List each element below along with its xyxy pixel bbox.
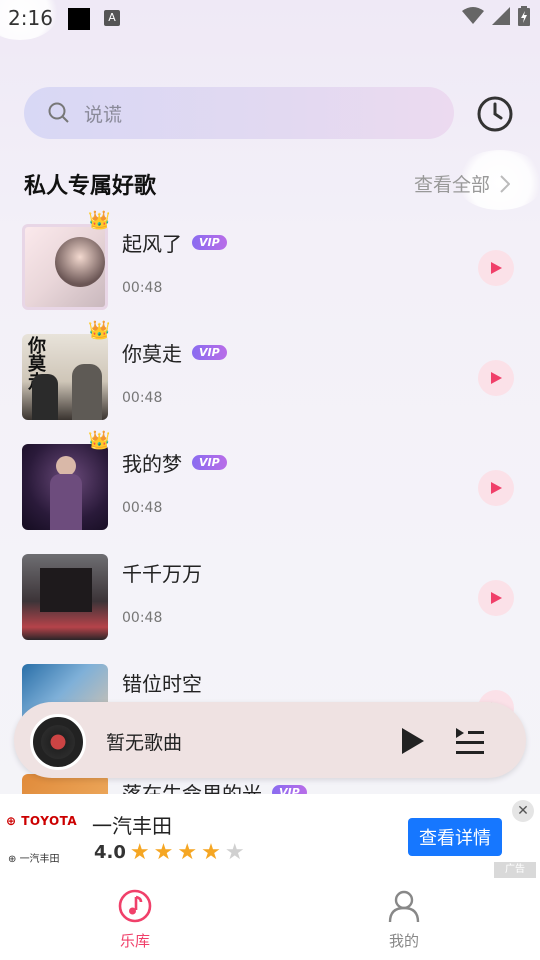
- song-item[interactable]: 👑 我的梦 VIP 00:48: [0, 430, 540, 554]
- music-note-icon: [118, 889, 152, 923]
- star-icon: ★: [224, 840, 245, 865]
- play-button[interactable]: [478, 250, 514, 286]
- play-icon: [491, 372, 502, 384]
- signal-icon: [492, 7, 510, 25]
- nav-label-library: 乐库: [119, 932, 150, 950]
- song-title-row: 错位时空: [122, 668, 202, 697]
- nav-label-mine: 我的: [388, 932, 419, 950]
- ad-rating-value: 4.0: [94, 842, 126, 863]
- song-title-row: 千千万万: [122, 558, 202, 587]
- song-cover: 你莫走: [22, 334, 108, 420]
- song-item[interactable]: 你莫走 👑 你莫走 VIP 00:48: [0, 320, 540, 444]
- status-icons: [462, 6, 530, 26]
- song-title-row: 起风了 VIP: [122, 228, 227, 257]
- play-icon: [491, 482, 502, 494]
- star-icon: ★: [177, 840, 198, 865]
- song-item[interactable]: 千千万万 00:48: [0, 554, 540, 664]
- player-play-button[interactable]: [400, 726, 426, 760]
- search-placeholder: 说谎: [84, 103, 123, 126]
- wifi-icon: [462, 7, 484, 24]
- playlist-button[interactable]: [454, 726, 486, 760]
- playlist-icon: [456, 728, 484, 754]
- ad-logo: TOYOTA: [21, 814, 78, 828]
- play-icon: [491, 262, 502, 274]
- mini-player[interactable]: 暂无歌曲: [14, 702, 526, 778]
- play-button[interactable]: [478, 580, 514, 616]
- song-item[interactable]: 👑 起风了 VIP 00:48: [0, 210, 540, 334]
- crown-icon: 👑: [88, 210, 111, 231]
- see-all-label: 查看全部: [413, 174, 490, 196]
- play-icon: [491, 592, 502, 604]
- close-icon[interactable]: ✕: [512, 800, 534, 822]
- nav-item-library[interactable]: 乐库: [75, 888, 195, 951]
- song-title: 错位时空: [122, 672, 202, 696]
- song-title: 我的梦: [122, 452, 182, 476]
- song-title: 千千万万: [122, 562, 202, 586]
- song-cover: [22, 554, 108, 640]
- star-icon: ★: [153, 840, 174, 865]
- crown-icon: 👑: [88, 320, 111, 341]
- vip-badge: VIP: [192, 345, 227, 360]
- disc-icon: [30, 714, 86, 770]
- faw-logo: ⊕ 一汽丰田: [8, 854, 60, 865]
- status-bar: 2:16 A: [0, 0, 540, 40]
- ad-details-button[interactable]: 查看详情: [408, 818, 502, 856]
- song-duration: 00:48: [122, 390, 163, 406]
- nav-item-mine[interactable]: 我的: [344, 888, 464, 951]
- user-icon: [388, 890, 420, 923]
- ad-rating: 4.0 ★ ★ ★ ★ ★: [94, 840, 245, 865]
- status-time: 2:16: [8, 6, 53, 30]
- battery-icon: [518, 6, 530, 26]
- play-button[interactable]: [478, 470, 514, 506]
- song-duration: 00:48: [122, 610, 163, 626]
- search-icon: [48, 102, 69, 123]
- search-input[interactable]: 说谎: [24, 87, 454, 139]
- keyboard-icon: A: [104, 10, 120, 26]
- clock-icon: [477, 96, 513, 132]
- song-cover: [22, 224, 108, 310]
- song-title-row: 你莫走 VIP: [122, 338, 227, 367]
- song-duration: 00:48: [122, 280, 163, 296]
- ad-banner[interactable]: ⊕ TOYOTA ⊕ 一汽丰田 一汽丰田 4.0 ★ ★ ★ ★ ★ 查看详情 …: [0, 794, 540, 878]
- player-title: 暂无歌曲: [106, 732, 183, 754]
- vip-badge: VIP: [192, 235, 227, 250]
- vip-badge: VIP: [192, 455, 227, 470]
- notification-icon: [68, 8, 90, 30]
- song-duration: 00:48: [122, 500, 163, 516]
- chevron-right-icon: [500, 174, 510, 193]
- history-button[interactable]: [476, 95, 514, 133]
- crown-icon: 👑: [88, 430, 111, 451]
- star-icon: ★: [201, 840, 221, 865]
- section-title: 私人专属好歌: [24, 174, 157, 199]
- star-icon: ★: [129, 840, 150, 865]
- song-title: 起风了: [122, 232, 182, 256]
- ad-brand: 一汽丰田: [92, 814, 172, 838]
- play-button[interactable]: [478, 360, 514, 396]
- song-title-row: 我的梦 VIP: [122, 448, 227, 477]
- song-title: 你莫走: [122, 342, 182, 366]
- ad-sub-logo: 一汽丰田: [19, 854, 60, 865]
- toyota-logo: ⊕ TOYOTA: [6, 814, 78, 828]
- play-icon: [402, 728, 424, 754]
- song-cover: [22, 444, 108, 530]
- see-all-link[interactable]: 查看全部: [414, 170, 510, 197]
- ad-tag: 广告: [494, 862, 536, 878]
- bottom-nav: 乐库 我的: [0, 878, 540, 960]
